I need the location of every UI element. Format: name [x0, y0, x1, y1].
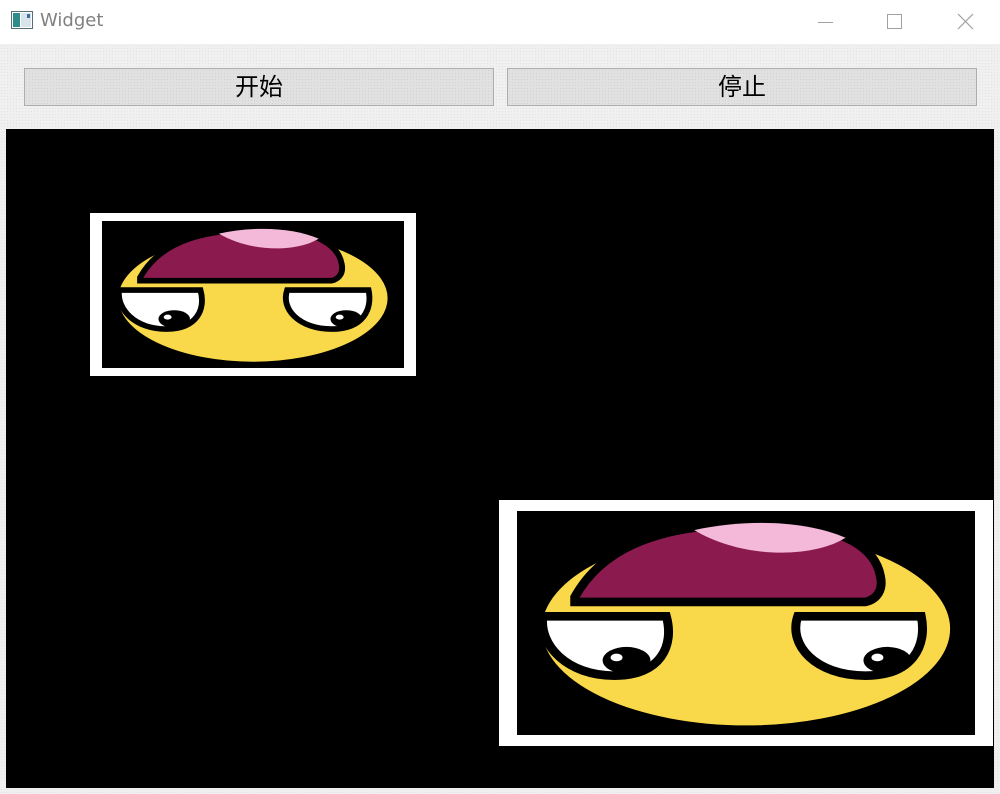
start-button[interactable]: 开始 — [24, 68, 494, 106]
close-button[interactable] — [930, 0, 1000, 44]
stop-button[interactable]: 停止 — [507, 68, 977, 106]
window-title: Widget — [40, 10, 104, 31]
app-window: Widget 开始 停止 — [0, 0, 1000, 794]
minimize-button[interactable] — [791, 0, 861, 44]
minimize-icon — [818, 22, 833, 23]
maximize-button[interactable] — [860, 0, 930, 44]
emoji-face-icon — [114, 226, 392, 366]
client-area: 开始 停止 — [0, 44, 1000, 794]
maximize-icon — [887, 14, 902, 29]
app-window-icon — [11, 11, 33, 29]
emoji-face-large — [499, 500, 993, 746]
emoji-face-small — [90, 213, 416, 376]
title-bar[interactable]: Widget — [0, 0, 1000, 44]
close-icon — [957, 13, 974, 30]
emoji-face-icon — [535, 519, 957, 732]
animation-canvas — [6, 129, 994, 788]
